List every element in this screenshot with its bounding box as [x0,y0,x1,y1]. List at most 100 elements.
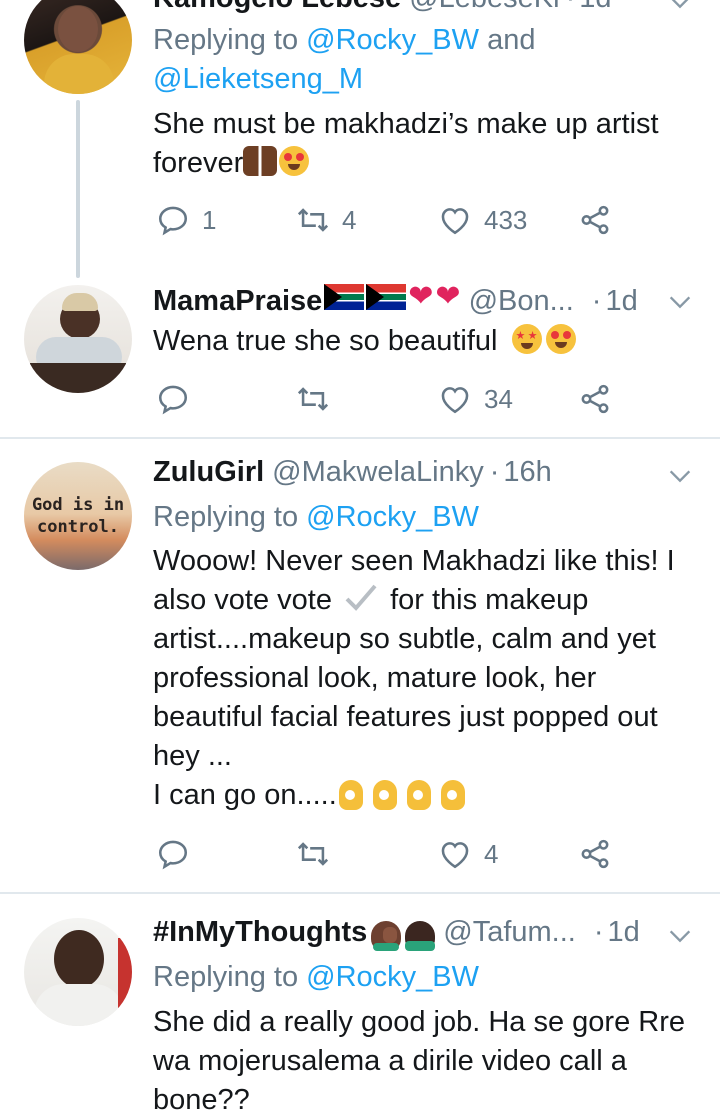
chevron-down-icon[interactable] [666,462,694,490]
tweet-text-line: I can go on..... [153,776,698,815]
tweet-text: She must be makhadzi’s make up artist fo… [153,105,698,183]
tweet-card[interactable]: MamaPraise ❤ ❤ @Bon... · 1d Wena true sh… [0,275,720,437]
mention-link[interactable]: @Lieketseng_M [153,63,363,95]
display-name[interactable]: ZuluGirl [153,456,264,489]
display-name[interactable]: Kamogelo Lebese [153,0,401,15]
chevron-down-icon[interactable] [666,0,694,16]
tweet-text-line: also vote vote for this makeup [153,581,698,620]
share-icon [581,205,609,235]
timestamp[interactable]: 1d [608,916,640,949]
replying-to: Replying to @Rocky_BW and [153,21,535,60]
ok-hand-emojis [338,780,465,810]
separator-dot: · [489,456,500,488]
red-heart: ❤ [435,280,461,313]
retweet-icon [297,842,329,866]
south-africa-flag [366,284,407,310]
tweet-text-segment: for this makeup [390,584,589,616]
avatar-text-line: control. [37,517,119,537]
username[interactable]: @Bon... [469,285,574,318]
chevron-down-icon[interactable] [666,922,694,950]
replying-to-label: Replying to [153,24,299,56]
username[interactable]: @Tafum... [443,916,576,949]
avatar[interactable]: God is in control. [24,462,132,570]
like-count: 34 [484,383,513,414]
star-struck-emoji: ★ ★ [511,324,542,354]
replying-to-and: and [487,24,536,56]
display-name[interactable]: #InMyThoughts [153,916,367,949]
reply-button[interactable]: 1 [156,200,216,240]
tweet-text-line: wa mojerusalema a dirile video call a [153,1045,627,1077]
reply-icon [158,840,188,870]
tweet-card[interactable]: God is in control. ZuluGirl @MakwelaLink… [0,439,720,892]
share-button[interactable] [578,379,612,419]
like-button[interactable]: 433 [438,200,527,240]
tweet-text-segment: also vote vote [153,584,332,616]
check-mark [345,584,377,611]
replying-to: Replying to @Rocky_BW [153,498,479,537]
reply-button[interactable] [156,379,190,419]
retweet-icon [297,387,329,411]
south-africa-flag [324,284,365,310]
share-icon [581,839,609,869]
reply-icon [158,206,188,236]
username[interactable]: @MakwelaLinky [272,456,484,489]
avatar[interactable] [24,0,132,94]
tweet-text-line: She did a really good job. Ha se gore Rr… [153,1006,685,1038]
tweet-text: Wooow! Never seen Makhadzi like this! I … [153,542,698,815]
ok-hand [372,780,397,810]
retweet-button[interactable] [296,379,330,419]
tweet-text-line-2: forever [153,147,244,179]
tweet-card[interactable]: Kamogelo Lebese @LebeseKl · 1d Replying … [0,0,720,278]
separator-dot: · [566,0,576,15]
replying-to-label: Replying to [153,501,299,533]
facepalm-emoji [371,921,402,951]
timestamp[interactable]: 1d [605,285,637,318]
mention-link[interactable]: @Rocky_BW [306,24,479,56]
tweet-text-line: hey ... [153,740,232,772]
timestamp[interactable]: 16h [503,456,551,489]
reply-icon [158,385,188,415]
retweet-icon [297,208,329,232]
like-button[interactable]: 4 [438,834,498,874]
mention-link[interactable]: @Rocky_BW [306,961,479,993]
ok-hand [440,780,465,810]
heart-eyes-emoji [545,324,576,354]
raising-hands-emoji [243,146,278,176]
replying-to-label: Replying to [153,961,299,993]
heart-eyes-emoji [279,146,310,176]
timestamp[interactable]: 1d [579,0,611,15]
like-count: 433 [484,204,528,235]
tweet-text-line: beautiful facial features just popped ou… [153,701,658,733]
avatar[interactable] [24,918,132,1026]
tweet-text: Wena true she so beautiful ★ ★ [153,322,698,361]
tweet-text: She did a really good job. Ha se gore Rr… [153,1003,698,1120]
reply-count: 1 [202,204,217,235]
retweet-button[interactable] [296,834,330,874]
name-emojis: ❤ ❤ [324,280,461,313]
tweet-text-line: forever [153,144,698,183]
tweet-text-line: Wena true she so beautiful ★ ★ [153,322,698,361]
reply-button[interactable] [156,834,190,874]
ok-hand [406,780,431,810]
like-icon [441,208,469,235]
tweet-text-line-1: Wena true she so beautiful [153,325,498,357]
thread-line [76,100,80,278]
retweet-button[interactable]: 4 [296,200,356,240]
avatar[interactable] [24,285,132,393]
replying-to-cont: @Lieketseng_M [153,60,363,99]
tweet-card[interactable]: #InMyThoughts @Tafum... · 1d Replying to… [0,894,720,1120]
share-button[interactable] [578,834,612,874]
username[interactable]: @LebeseKl [409,0,559,15]
red-heart: ❤ [408,280,434,313]
tweet-text-line: professional look, mature look, her [153,662,597,694]
like-icon [441,842,469,869]
share-button[interactable] [578,200,612,240]
separator-dot: · [591,285,602,317]
share-icon [581,384,609,414]
display-name[interactable]: MamaPraise [153,285,322,318]
like-button[interactable]: 34 [438,379,513,419]
chevron-down-icon[interactable] [666,288,694,316]
retweet-count: 4 [342,204,357,235]
mention-link[interactable]: @Rocky_BW [306,501,479,533]
tweet-text-segment: I can go on..... [153,779,337,811]
